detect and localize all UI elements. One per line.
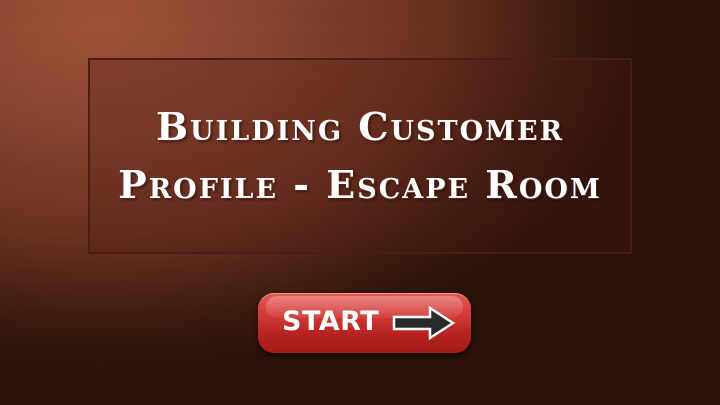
title-box: Building Customer Profile - Escape Room <box>88 58 632 254</box>
start-button[interactable]: START <box>258 293 471 353</box>
slide-title: Building Customer Profile - Escape Room <box>118 104 602 207</box>
start-button-label: START <box>282 306 380 337</box>
arrow-right-icon <box>392 305 456 341</box>
slide-canvas: Building Customer Profile - Escape Room … <box>0 0 720 405</box>
